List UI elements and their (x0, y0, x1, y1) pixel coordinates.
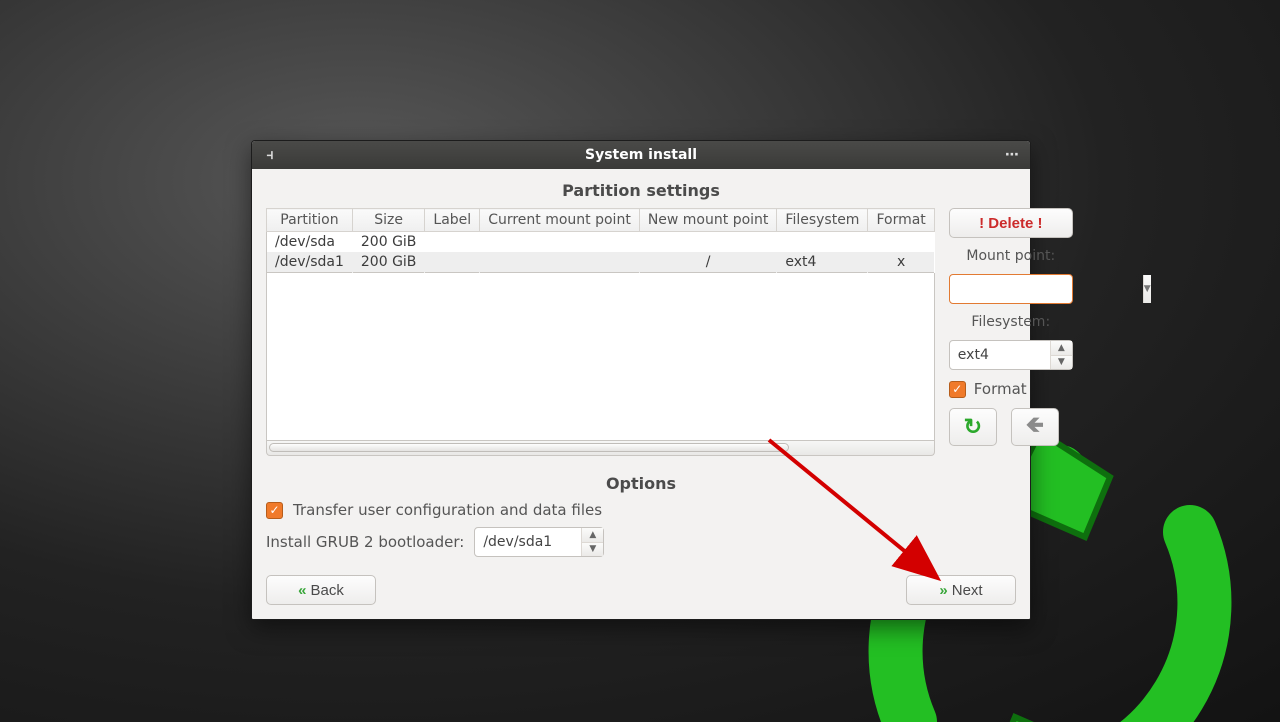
grub-down[interactable]: ▼ (582, 542, 603, 557)
col-format[interactable]: Format (868, 209, 934, 232)
installer-window: ⫞ System install ⋯ Partition settings Pa… (251, 140, 1031, 620)
grub-target-value: /dev/sda1 (475, 528, 581, 556)
col-new-mount[interactable]: New mount point (639, 209, 777, 232)
partition-settings-heading: Partition settings (266, 181, 1016, 200)
col-filesystem[interactable]: Filesystem (777, 209, 868, 232)
col-current-mount[interactable]: Current mount point (480, 209, 640, 232)
back-button[interactable]: « Back (266, 575, 376, 605)
undo-button[interactable]: 🡸 (1011, 408, 1059, 446)
options-heading: Options (266, 474, 1016, 493)
mount-point-input[interactable] (950, 275, 1143, 303)
chevron-right-icon: » (939, 582, 945, 599)
back-button-label: Back (310, 582, 343, 599)
filesystem-label: Filesystem: (949, 314, 1073, 330)
partition-table[interactable]: Partition Size Label Current mount point… (266, 208, 935, 273)
refresh-button[interactable]: ↻ (949, 408, 997, 446)
horizontal-scrollbar[interactable] (266, 441, 935, 456)
filesystem-value: ext4 (950, 341, 1050, 369)
transfer-checkbox[interactable] (266, 502, 283, 519)
col-size[interactable]: Size (352, 209, 425, 232)
chevron-left-icon: « (298, 582, 304, 599)
filesystem-select[interactable]: ext4 ▲ ▼ (949, 340, 1073, 370)
titlebar[interactable]: ⫞ System install ⋯ (252, 141, 1030, 169)
titlebar-left-control[interactable]: ⫞ (254, 141, 286, 169)
mount-point-combo[interactable]: ▼ (949, 274, 1073, 304)
table-row[interactable]: /dev/sda1 200 GiB / ext4 x (267, 252, 935, 273)
window-title: System install (585, 147, 697, 163)
delete-button[interactable]: ! Delete ! (949, 208, 1073, 238)
col-label[interactable]: Label (425, 209, 480, 232)
table-empty-area[interactable] (266, 273, 935, 441)
delete-button-label: ! Delete ! (979, 215, 1042, 232)
grub-up[interactable]: ▲ (582, 528, 603, 542)
arrow-left-icon: 🡸 (1026, 408, 1044, 446)
format-checkbox-label: Format (974, 380, 1027, 398)
col-partition[interactable]: Partition (267, 209, 353, 232)
table-row[interactable]: /dev/sda 200 GiB (267, 232, 935, 253)
titlebar-right-control[interactable]: ⋯ (996, 141, 1028, 169)
next-button-label: Next (952, 582, 983, 599)
filesystem-up[interactable]: ▲ (1051, 341, 1072, 355)
next-button[interactable]: » Next (906, 575, 1016, 605)
format-checkbox[interactable] (949, 381, 966, 398)
refresh-icon: ↻ (964, 414, 982, 440)
mount-point-dropdown[interactable]: ▼ (1143, 275, 1151, 303)
grub-target-select[interactable]: /dev/sda1 ▲ ▼ (474, 527, 604, 557)
grub-label: Install GRUB 2 bootloader: (266, 533, 464, 551)
mount-point-label: Mount point: (949, 248, 1073, 264)
chevron-down-icon: ▼ (1144, 284, 1151, 294)
filesystem-down[interactable]: ▼ (1051, 355, 1072, 370)
transfer-checkbox-label: Transfer user configuration and data fil… (293, 501, 602, 519)
